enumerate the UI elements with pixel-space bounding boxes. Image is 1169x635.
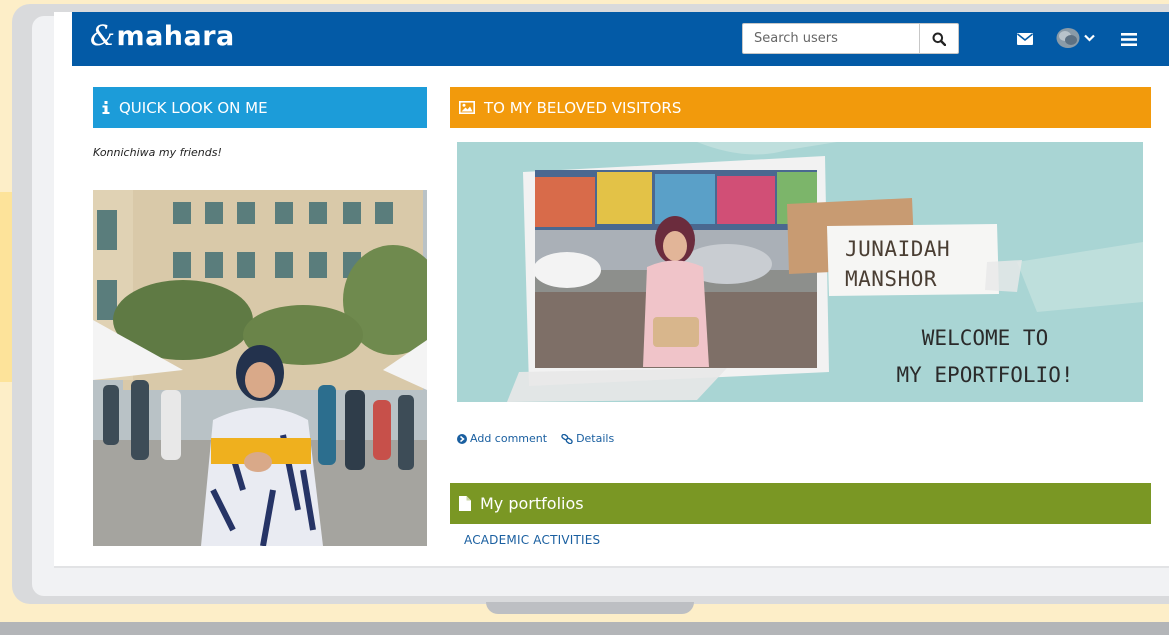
file-icon: [459, 496, 471, 511]
hamburger-menu-icon: [1121, 32, 1137, 46]
block-actions: Add comment Details: [457, 432, 614, 445]
user-menu-button[interactable]: [1054, 25, 1096, 51]
quick-look-block-header: QUICK LOOK ON ME: [93, 87, 427, 128]
chevron-down-icon: [1083, 34, 1095, 42]
profile-photo: [93, 190, 427, 546]
main-menu-button[interactable]: [1119, 28, 1139, 50]
mahara-logo[interactable]: &mahara: [90, 19, 235, 52]
banner-name-line1: JUNAIDAH: [845, 237, 951, 261]
details-label: Details: [576, 432, 615, 445]
quick-look-text: Konnichiwa my friends!: [93, 146, 222, 159]
avatar: [1056, 28, 1079, 48]
search-button[interactable]: [919, 24, 958, 53]
banner-welcome: WELCOME TO MY EPORTFOLIO!: [865, 320, 1105, 394]
welcome-banner: JUNAIDAH MANSHOR WELCOME TO MY EPORTFOLI…: [457, 142, 1143, 402]
add-comment-label: Add comment: [470, 432, 548, 445]
image-icon: [459, 101, 475, 114]
banner-welcome-line2: MY EPORTFOLIO!: [896, 363, 1074, 387]
quick-look-title: QUICK LOOK ON ME: [119, 98, 268, 117]
top-navigation-bar: &mahara: [72, 12, 1169, 66]
banner-welcome-line1: WELCOME TO: [921, 326, 1049, 350]
portfolio-item-academic-activities[interactable]: ACADEMIC ACTIVITIES: [464, 533, 600, 546]
mahara-page: &mahara Search users QUICK LOOK ON ME Ko…: [72, 12, 1169, 546]
visitors-title: TO MY BELOVED VISITORS: [484, 98, 682, 117]
link-icon: [561, 433, 573, 444]
visitors-block-header: TO MY BELOVED VISITORS: [450, 87, 1151, 128]
laptop-base: [0, 622, 1169, 635]
envelope-icon: [1017, 33, 1033, 45]
laptop-base-notch: [486, 602, 694, 614]
logo-mark: &: [90, 19, 116, 52]
add-comment-link[interactable]: Add comment: [457, 432, 547, 445]
search-users-input[interactable]: [743, 24, 919, 53]
search-icon: [932, 32, 946, 46]
info-icon: [102, 101, 110, 114]
arrow-circle-right-icon: [457, 433, 467, 444]
banner-name-line2: MANSHOR: [845, 267, 938, 291]
search-box: [742, 23, 959, 54]
details-link[interactable]: Details: [561, 432, 614, 445]
banner-name: JUNAIDAH MANSHOR: [845, 234, 950, 294]
logo-text: mahara: [116, 21, 235, 52]
portfolios-block-header: My portfolios: [450, 483, 1151, 524]
inbox-button[interactable]: [1015, 28, 1035, 50]
portfolios-title: My portfolios: [480, 494, 584, 513]
